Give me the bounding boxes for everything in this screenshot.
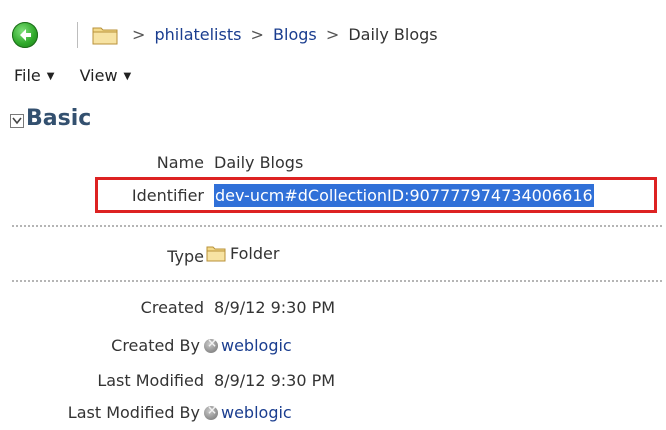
breadcrumb-item-blogs[interactable]: Blogs xyxy=(273,25,317,44)
folder-icon xyxy=(92,25,118,49)
file-menu[interactable]: File ▼ xyxy=(14,66,54,85)
created-value: 8/9/12 9:30 PM xyxy=(214,298,336,317)
folder-icon xyxy=(206,245,226,266)
user-icon xyxy=(204,336,218,353)
identifier-label: Identifier xyxy=(131,186,204,205)
created-label: Created xyxy=(140,298,204,317)
divider xyxy=(12,225,662,227)
breadcrumb-separator: > xyxy=(250,25,264,44)
chevron-down-icon: ▼ xyxy=(123,71,132,82)
view-menu-label: View xyxy=(79,66,118,85)
user-icon xyxy=(204,403,218,420)
created-by-label: Created By xyxy=(111,336,200,355)
section-collapse-toggle[interactable] xyxy=(10,114,24,128)
breadcrumb-separator: > xyxy=(325,25,340,44)
chevron-down-icon xyxy=(12,117,22,125)
name-value: Daily Blogs xyxy=(214,153,304,172)
last-modified-by-label: Last Modified By xyxy=(67,403,200,422)
section-title: Basic xyxy=(26,106,92,131)
type-value: Folder xyxy=(230,244,280,263)
breadcrumb-item-philatelists[interactable]: philatelists xyxy=(155,25,242,44)
last-modified-value: 8/9/12 9:30 PM xyxy=(214,371,336,390)
name-label: Name xyxy=(156,153,204,172)
menu-bar: File ▼ View ▼ xyxy=(14,66,151,85)
divider xyxy=(12,280,662,282)
last-modified-by-link[interactable]: weblogic xyxy=(221,403,292,422)
view-menu[interactable]: View ▼ xyxy=(80,66,132,85)
back-arrow-icon xyxy=(20,29,31,41)
chevron-down-icon: ▼ xyxy=(46,71,55,82)
breadcrumb: > philatelists > Blogs > Daily Blogs xyxy=(128,22,438,48)
breadcrumb-divider xyxy=(77,22,78,48)
breadcrumb-current: Daily Blogs xyxy=(348,25,438,44)
type-label: Type xyxy=(167,247,204,266)
breadcrumb-separator: > xyxy=(132,25,146,44)
file-menu-label: File xyxy=(14,66,41,85)
created-by-link[interactable]: weblogic xyxy=(221,336,292,355)
identifier-value[interactable]: dev-ucm#dCollectionID:907777974734006616 xyxy=(214,184,594,207)
last-modified-label: Last Modified xyxy=(97,371,204,390)
back-button[interactable] xyxy=(12,22,38,48)
